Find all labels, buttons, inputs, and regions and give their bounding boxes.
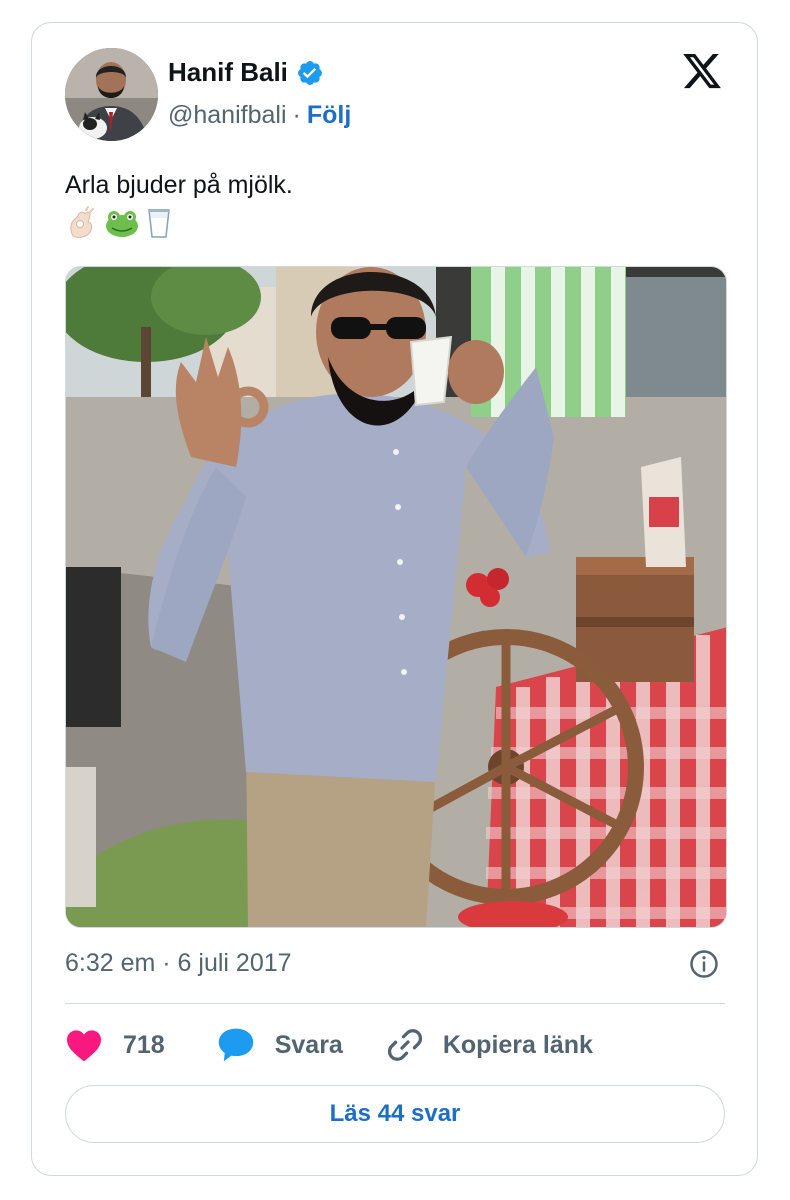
- tweet-card: Hanif Bali @hanifbali · Följ Arla bjuder…: [31, 22, 758, 1176]
- like-button[interactable]: 718: [65, 1028, 165, 1062]
- author-handle[interactable]: @hanifbali: [168, 101, 287, 130]
- info-icon[interactable]: [689, 949, 719, 979]
- author-avatar[interactable]: [65, 48, 158, 141]
- copy-link-label: Kopiera länk: [442, 1030, 593, 1059]
- ok-hand-emoji-icon: [70, 206, 94, 238]
- separator-dot: ·: [292, 101, 301, 129]
- verified-badge-icon: [297, 60, 322, 85]
- tweet-photo[interactable]: [65, 266, 727, 928]
- author-name[interactable]: Hanif Bali: [168, 57, 288, 88]
- divider: [65, 1003, 725, 1004]
- tweet-text: Arla bjuder på mjölk.: [65, 171, 293, 199]
- tweet-photo-illustration: [66, 267, 726, 927]
- x-logo-icon[interactable]: [681, 50, 723, 92]
- reply-bubble-icon: [218, 1028, 253, 1062]
- read-replies-button[interactable]: Läs 44 svar: [65, 1085, 725, 1143]
- author-handle-row: @hanifbali · Följ: [168, 101, 351, 130]
- copy-link-button[interactable]: Kopiera länk: [387, 1027, 593, 1063]
- milk-glass-emoji-icon: [148, 209, 170, 238]
- author-name-row: Hanif Bali: [168, 57, 324, 88]
- action-bar: 718 Svara Kopiera länk: [65, 1025, 593, 1065]
- emoji-row: [66, 206, 172, 240]
- tweet-timestamp[interactable]: 6:32 em · 6 juli 2017: [65, 949, 292, 978]
- reply-button[interactable]: Svara: [217, 1027, 343, 1063]
- heart-icon: [67, 1030, 101, 1062]
- frog-emoji-icon: [106, 211, 138, 237]
- avatar-photo-icon: [65, 48, 158, 141]
- reply-label: Svara: [274, 1030, 343, 1059]
- like-count: 718: [123, 1030, 165, 1059]
- follow-button[interactable]: Följ: [307, 101, 351, 130]
- link-icon: [387, 1029, 422, 1061]
